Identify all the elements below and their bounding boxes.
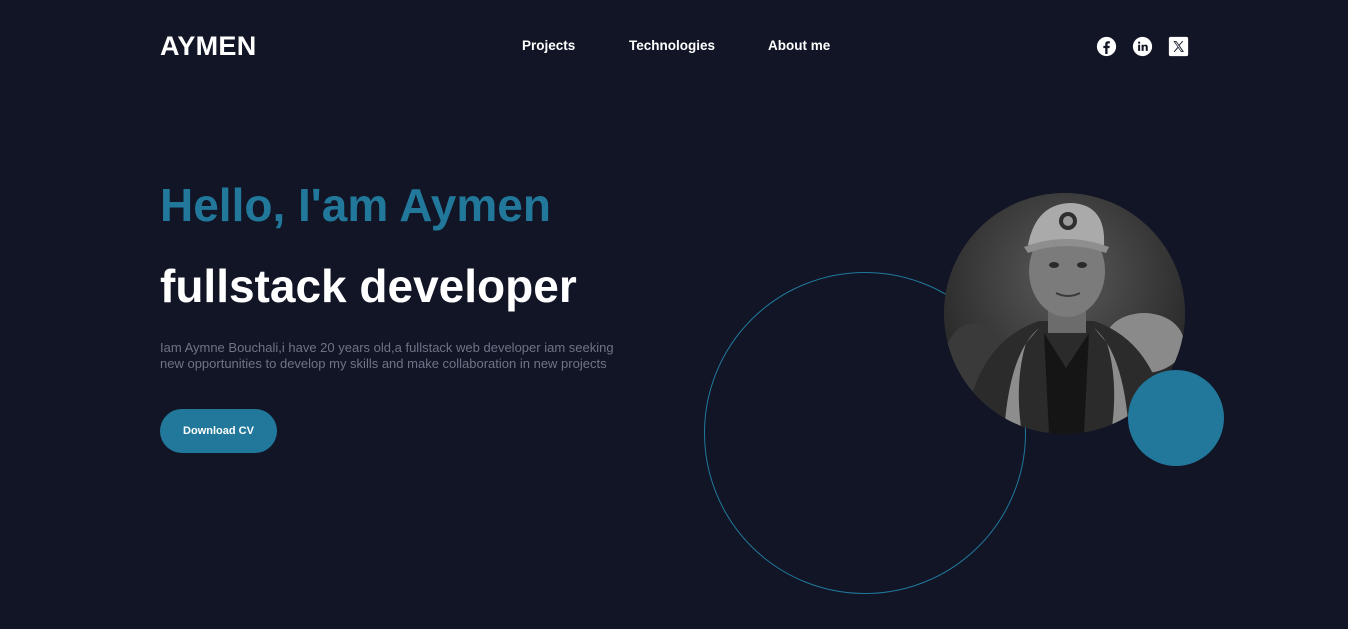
download-cv-button[interactable]: Download CV: [160, 409, 277, 453]
facebook-icon[interactable]: [1096, 36, 1117, 57]
hero-role: fullstack developer: [160, 260, 577, 312]
logo[interactable]: AYMEN: [160, 31, 257, 62]
nav-link-about-me[interactable]: About me: [768, 38, 830, 53]
nav-link-projects[interactable]: Projects: [522, 38, 575, 53]
hero-description: Iam Aymne Bouchali,i have 20 years old,a…: [160, 340, 614, 371]
x-icon[interactable]: [1168, 36, 1189, 57]
nav-link-technologies[interactable]: Technologies: [629, 38, 715, 53]
page: AYMEN Projects Technologies About me Hel…: [0, 0, 1348, 629]
linkedin-icon[interactable]: [1132, 36, 1153, 57]
hero-greeting: Hello, I'am Aymen: [160, 179, 551, 231]
decorative-dot: [1128, 370, 1224, 466]
